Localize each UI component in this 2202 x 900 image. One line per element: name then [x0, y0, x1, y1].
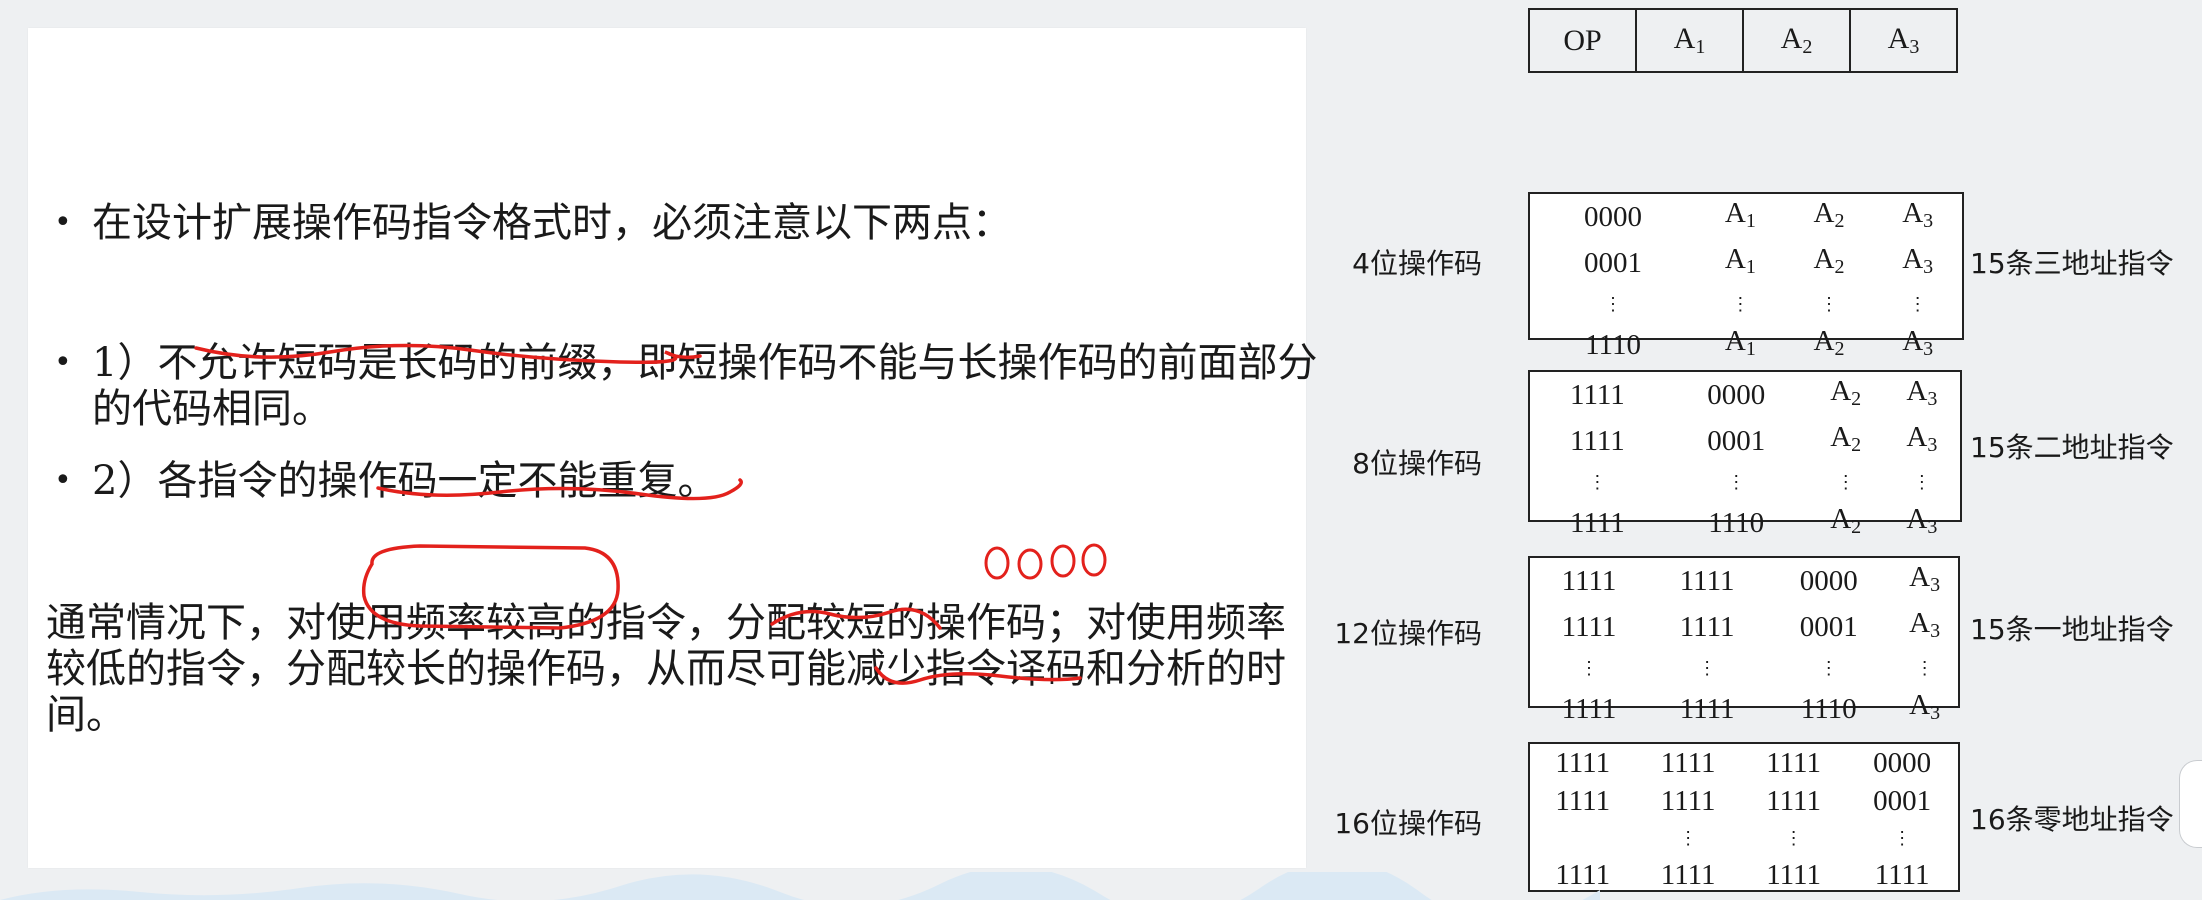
ellipsis-cell: ⋮: [1604, 294, 1623, 314]
group-box: 1111 1111 1111 0000 1111 1111 1111 0001 ⋮ ⋮ ⋮ 11…: [1528, 742, 1960, 892]
cell: A2: [1813, 325, 1845, 360]
cell: 0001: [1707, 425, 1766, 457]
cell: 1111: [1874, 859, 1930, 891]
cell: 1110: [1800, 693, 1857, 725]
cell: 1111: [1679, 611, 1735, 643]
ellipsis-cell: ⋮: [1820, 294, 1839, 314]
group-box: 0000 A1 A2 A3 0001 A1 A2 A3 ⋮ ⋮ ⋮ ⋮ 1110 A1 A2 A3: [1528, 192, 1964, 361]
cell: 1110: [1585, 329, 1641, 361]
cell: A3: [1909, 561, 1941, 596]
group-count: 15条二地址指令: [1970, 431, 2174, 464]
ellipsis-cell: ⋮: [1836, 472, 1855, 492]
group-label: 12位操作码: [1334, 617, 1482, 650]
ellipsis-cell: ⋮: [1731, 294, 1750, 314]
ellipsis-cell: [1530, 820, 1635, 856]
cell: A2: [1830, 375, 1862, 410]
group-count: 16条零地址指令: [1970, 803, 2174, 836]
bullet-item-3: • 2）各指令的操作码一定不能重复。: [46, 458, 717, 504]
group-table: 0000 A1 A2 A3 0001 A1 A2 A3 ⋮ ⋮ ⋮ ⋮ 1110 A1 A2 A3: [1530, 194, 1962, 368]
a1-field: A1: [1635, 8, 1744, 73]
cell: 1111: [1555, 785, 1611, 817]
a3-field: A3: [1849, 8, 1958, 73]
bullet-text: 1）不允许短码是长码的前缀，即短操作码不能与长操作码的前面部分的代码相同。: [92, 340, 1318, 432]
cell: A3: [1909, 689, 1941, 724]
ellipsis-cell: ⋮: [1679, 828, 1698, 848]
cell: 0001: [1799, 611, 1858, 643]
cell: 1111: [1555, 747, 1611, 779]
cell: 0000: [1873, 747, 1932, 779]
cell: 0001: [1584, 247, 1643, 279]
cell: A1: [1724, 197, 1756, 232]
group-count: 15条一地址指令: [1970, 613, 2174, 646]
cell: A2: [1830, 503, 1862, 538]
cell: 1111: [1561, 611, 1617, 643]
ellipsis-cell: ⋮: [1819, 658, 1838, 678]
ellipsis-cell: ⋮: [1908, 294, 1927, 314]
cell: A3: [1906, 503, 1938, 538]
body-paragraph: 通常情况下，对使用频率较高的指令，分配较短的操作码；对使用频率较低的指令，分配较…: [46, 600, 1286, 738]
group-box: 1111 1111 0000 A3 1111 1111 0001 A3 ⋮ ⋮ ⋮ ⋮ 1111 1…: [1528, 556, 1960, 725]
cell: A2: [1813, 197, 1845, 232]
cell: A3: [1902, 243, 1934, 278]
group-table: 1111 1111 0000 A3 1111 1111 0001 A3 ⋮ ⋮ ⋮ ⋮ 1111 1…: [1530, 558, 1958, 732]
cell: A3: [1902, 197, 1934, 232]
group-count: 15条三地址指令: [1970, 247, 2174, 280]
ellipsis-cell: ⋮: [1698, 658, 1717, 678]
cell: 1111: [1570, 507, 1625, 539]
bullet-text: 在设计扩展操作码指令格式时，必须注意以下两点：: [92, 200, 1012, 246]
cell: 1110: [1708, 507, 1765, 539]
cell: 1111: [1766, 747, 1821, 779]
cell: 1111: [1679, 693, 1735, 725]
slide-panel: • 在设计扩展操作码指令格式时，必须注意以下两点： • 1）不允许短码是长码的前…: [28, 28, 1317, 868]
cell: A1: [1724, 325, 1756, 360]
cell: A2: [1830, 421, 1862, 456]
cell: 1111: [1570, 425, 1625, 457]
opcode-figure: OP A1 A2 A3 4位操作码 0000 A1 A2 A3 0001 A1 A2 A3 …: [1330, 0, 2202, 900]
cell: 1111: [1766, 785, 1821, 817]
cell: 1111: [1660, 859, 1716, 891]
cell: 1111: [1660, 747, 1716, 779]
cell: 1111: [1561, 693, 1617, 725]
cell: 1111: [1570, 379, 1625, 411]
bullet-dot-icon: •: [54, 345, 72, 380]
cell: 0000: [1707, 379, 1766, 411]
group-label: 8位操作码: [1352, 447, 1482, 480]
bullet-item-2: • 1）不允许短码是长码的前缀，即短操作码不能与长操作码的前面部分的代码相同。: [46, 340, 1322, 432]
cell: A3: [1906, 421, 1938, 456]
group-label: 16位操作码: [1334, 807, 1482, 840]
group-table: 1111 0000 A2 A3 1111 0001 A2 A3 ⋮ ⋮ ⋮ ⋮ 1111 1110 A…: [1530, 372, 1960, 546]
decorative-wave: [0, 872, 1600, 900]
bullet-dot-icon: •: [54, 463, 72, 498]
bullet-dot-icon: •: [54, 205, 72, 240]
ellipsis-cell: ⋮: [1784, 828, 1803, 848]
bullet-text: 2）各指令的操作码一定不能重复。: [92, 458, 718, 504]
ellipsis-cell: ⋮: [1912, 472, 1931, 492]
cell: 0000: [1584, 201, 1643, 233]
cell: A3: [1902, 325, 1934, 360]
cell: 0000: [1799, 565, 1858, 597]
cell: 1111: [1660, 785, 1716, 817]
cell: A1: [1724, 243, 1756, 278]
cell: A3: [1906, 375, 1938, 410]
cell: 1111: [1561, 565, 1617, 597]
a2-field: A2: [1742, 8, 1851, 73]
ellipsis-cell: ⋮: [1915, 658, 1934, 678]
cell: 1111: [1679, 565, 1735, 597]
cell: 1111: [1766, 859, 1821, 891]
instruction-format-table: OP A1 A2 A3: [1528, 8, 1958, 73]
op-field: OP: [1528, 8, 1637, 73]
ellipsis-cell: ⋮: [1727, 472, 1746, 492]
group-box: 1111 0000 A2 A3 1111 0001 A2 A3 ⋮ ⋮ ⋮ ⋮ 1111 1110 A…: [1528, 370, 1962, 539]
ellipsis-cell: ⋮: [1588, 472, 1607, 492]
group-label: 4位操作码: [1352, 247, 1482, 280]
side-float-tab[interactable]: [2179, 760, 2202, 848]
bullet-item-1: • 在设计扩展操作码指令格式时，必须注意以下两点：: [46, 200, 1012, 246]
cell: A3: [1909, 607, 1941, 642]
ellipsis-cell: ⋮: [1580, 658, 1599, 678]
cell: A2: [1813, 243, 1845, 278]
ellipsis-cell: ⋮: [1893, 828, 1912, 848]
cell: 0001: [1873, 785, 1932, 817]
